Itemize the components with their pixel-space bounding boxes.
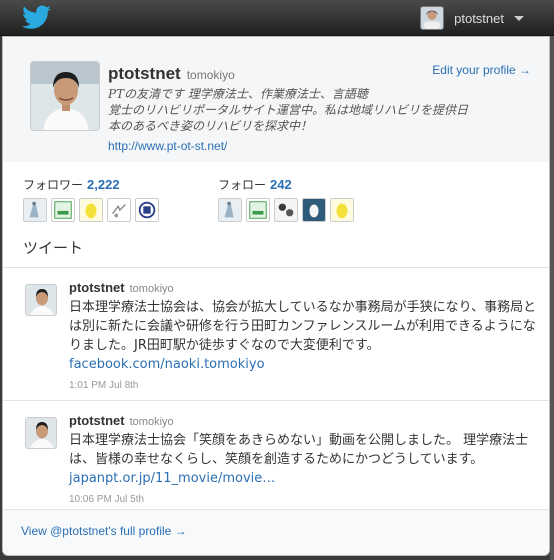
user-menu[interactable]: ptotstnet [420, 6, 524, 30]
tweet-text-body: 日本理学療法士協会「笑顔をあきらめない」動画を公開しました。 理学療法士は、皆様… [69, 433, 529, 467]
tweet-body: ptotstnet tomokiyo 日本理学療法士協会「笑顔をあきらめない」動… [69, 413, 539, 505]
profile-name[interactable]: ptotstnet [108, 64, 181, 84]
tweet-timestamp[interactable]: 1:01 PM Jul 8th [69, 380, 539, 391]
follower-avatar[interactable] [107, 198, 131, 222]
profile-screen-name: tomokiyo [186, 68, 235, 82]
following-avatar[interactable] [302, 198, 326, 222]
tweets-heading: ツイート [23, 239, 84, 257]
profile-card: ptotstnet tomokiyo PTの友清です 理学療法士、作業療法士、言… [3, 37, 549, 162]
followers-block[interactable]: フォロワー 2,222 [23, 174, 159, 222]
profile-info: ptotstnet tomokiyo PTの友清です 理学療法士、作業療法士、言… [108, 64, 538, 153]
follower-avatar[interactable] [23, 198, 47, 222]
username-label: ptotstnet [454, 10, 504, 26]
top-bar: ptotstnet [0, 0, 554, 36]
follower-avatar[interactable] [135, 198, 159, 222]
bio-line: 覚士のリハビリポータルサイト運営中。私は地域リハビリを提供日 [108, 103, 469, 117]
profile-avatar[interactable] [30, 61, 100, 131]
profile-footer: View @ptotstnet's full profile → [3, 509, 549, 555]
chevron-down-icon [514, 15, 524, 21]
tweet-avatar[interactable] [25, 284, 57, 316]
followers-label: フォロワー [23, 178, 84, 192]
following-count[interactable]: 242 [270, 177, 292, 192]
bio-line: 本のあるべき姿のリハビリを探求中！ [108, 119, 313, 133]
following-avatar[interactable] [218, 198, 242, 222]
twitter-bird-icon[interactable] [22, 5, 52, 31]
tweet-item[interactable]: ptotstnet tomokiyo 日本理学療法士協会「笑顔をあきらめない」動… [3, 400, 549, 510]
edit-profile-link[interactable]: Edit your profile → [432, 63, 531, 77]
profile-bio: PTの友清です 理学療法士、作業療法士、言語聴 覚士のリハビリポータルサイト運営… [108, 86, 548, 134]
following-thumbs [218, 198, 354, 222]
profile-dropdown: ptotstnet tomokiyo PTの友清です 理学療法士、作業療法士、言… [2, 36, 550, 556]
background-edge [550, 36, 554, 560]
following-avatar[interactable] [274, 198, 298, 222]
tweet-text: 日本理学療法士協会「笑顔をあきらめない」動画を公開しました。 理学療法士は、皆様… [69, 431, 539, 488]
tweet-link[interactable]: japanpt.or.jp/11_movie/movie… [69, 471, 275, 486]
tweet-avatar[interactable] [25, 417, 57, 449]
tweet-author-name[interactable]: ptotstnet [69, 413, 125, 428]
following-avatar[interactable] [246, 198, 270, 222]
following-avatar[interactable] [330, 198, 354, 222]
view-full-profile-link[interactable]: View @ptotstnet's full profile → [21, 524, 187, 538]
followers-count[interactable]: 2,222 [87, 177, 120, 192]
following-block[interactable]: フォロー 242 [218, 174, 354, 222]
tweet-author-name[interactable]: ptotstnet [69, 280, 125, 295]
tweet-text-body: 日本理学療法士協会は、協会が拡大しているなか事務局が手狭になり、事務局とは別に新… [69, 300, 537, 353]
tweet-item[interactable]: ptotstnet tomokiyo 日本理学療法士協会は、協会が拡大しているな… [3, 267, 549, 400]
avatar [420, 6, 445, 30]
tweet-timestamp[interactable]: 10:06 PM Jul 5th [69, 494, 539, 505]
follow-stats: フォロワー 2,222 フォロー 242 [3, 162, 549, 222]
tweet-author-screen-name: tomokiyo [129, 416, 174, 428]
follower-avatar[interactable] [51, 198, 75, 222]
tweet-body: ptotstnet tomokiyo 日本理学療法士協会は、協会が拡大しているな… [69, 280, 539, 391]
following-label: フォロー [218, 178, 267, 192]
followers-thumbs [23, 198, 159, 222]
tweet-link[interactable]: facebook.com/naoki.tomokiyo [69, 357, 265, 372]
profile-url-link[interactable]: http://www.pt-ot-st.net/ [108, 139, 538, 153]
tweet-text: 日本理学療法士協会は、協会が拡大しているなか事務局が手狭になり、事務局とは別に新… [69, 298, 539, 374]
tweet-author-screen-name: tomokiyo [129, 283, 174, 295]
bio-line: PTの友清です 理学療法士、作業療法士、言語聴 [108, 87, 368, 101]
follower-avatar[interactable] [79, 198, 103, 222]
